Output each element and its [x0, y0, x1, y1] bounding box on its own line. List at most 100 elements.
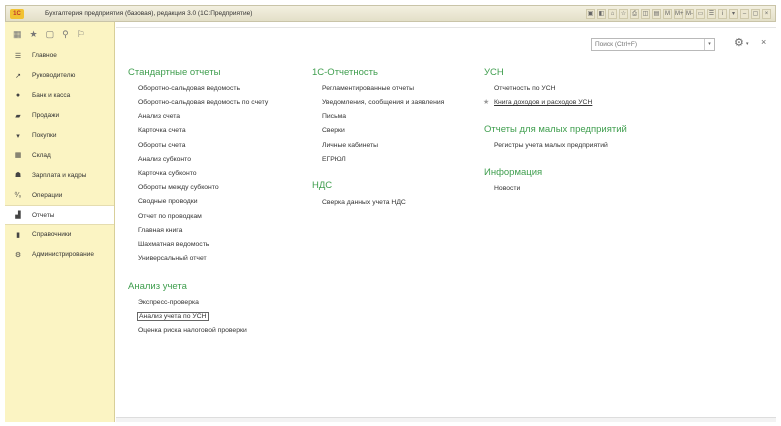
nav-item-label: Покупки: [32, 132, 57, 139]
report-link[interactable]: Анализ субконто: [138, 156, 191, 163]
report-link[interactable]: Регламентированные отчеты: [322, 85, 414, 92]
search-dropdown-icon[interactable]: ▾: [704, 39, 714, 50]
nav-item-admin[interactable]: ⚙ Администрирование: [5, 245, 114, 265]
apps-grid-icon[interactable]: ▦: [13, 29, 22, 40]
nav-item-purchases[interactable]: ▾ Покупки: [5, 126, 114, 146]
coins-icon: ●: [15, 92, 21, 100]
section-title-accounting-analysis: Анализ учета: [128, 281, 187, 292]
report-link[interactable]: Оборотно-сальдовая ведомость по счету: [138, 99, 268, 106]
section-title-standard-reports: Стандартные отчеты: [128, 67, 221, 78]
report-link[interactable]: Анализ счета: [138, 113, 180, 120]
nav-item-manager[interactable]: ↗ Руководителю: [5, 66, 114, 86]
report-link[interactable]: Сводные проводки: [138, 198, 198, 205]
nav-item-warehouse[interactable]: ▦ Склад: [5, 145, 114, 165]
search-icon[interactable]: ⚲: [62, 29, 69, 40]
memory-plus-button[interactable]: M+: [674, 9, 684, 19]
nav-item-label: Операции: [32, 191, 63, 199]
report-link[interactable]: Регистры учета малых предприятий: [494, 142, 608, 149]
trend-icon: ↗: [15, 72, 21, 80]
favorite-star-icon[interactable]: ★: [483, 98, 489, 106]
report-link[interactable]: Обороты между субконто: [138, 184, 219, 191]
book-icon: ▮: [16, 231, 20, 239]
nav-item-reports[interactable]: ▟ Отчеты: [5, 205, 114, 226]
nav-item-label: Зарплата и кадры: [32, 171, 87, 179]
divider: [116, 22, 776, 28]
report-link[interactable]: Обороты счета: [138, 142, 186, 149]
report-link[interactable]: Отчетность по УСН: [494, 85, 556, 92]
toolbar-button[interactable]: ◧: [597, 9, 606, 19]
report-link[interactable]: Уведомления, сообщения и заявления: [322, 99, 444, 106]
settings-gear-icon[interactable]: ⚙: [734, 36, 744, 49]
nav-item-bank[interactable]: ● Банк и касса: [5, 86, 114, 106]
nav-item-label: Отчеты: [32, 211, 55, 219]
section-title-1c-reporting: 1С-Отчетность: [312, 67, 378, 78]
nav-item-label: Банк и касса: [32, 92, 71, 100]
report-link[interactable]: Карточка счета: [138, 127, 186, 134]
notifications-icon[interactable]: ⚐: [77, 29, 85, 40]
report-link[interactable]: Оценка риска налоговой проверки: [138, 327, 247, 334]
dropdown-icon[interactable]: ▾: [729, 9, 738, 19]
sections-nav: ☰ Главное ↗ Руководителю ● Банк и касса ▰ Пр…: [5, 46, 114, 265]
toolbar-button[interactable]: ◫: [641, 9, 650, 19]
nav-item-label: Склад: [32, 151, 51, 159]
report-link[interactable]: Шахматная ведомость: [138, 241, 209, 248]
report-link[interactable]: Главная книга: [138, 227, 182, 234]
favorites-star-icon[interactable]: ★: [30, 29, 38, 40]
history-icon[interactable]: ▢: [46, 29, 55, 40]
report-link[interactable]: Сверка данных учета НДС: [322, 199, 406, 206]
panel-toolbar: ▦ ★ ▢ ⚲ ⚐: [5, 22, 114, 46]
menu-lines-icon: ☰: [14, 52, 22, 60]
nav-item-main[interactable]: ☰ Главное: [5, 46, 114, 66]
operations-icon: ⁰⁄₀: [14, 192, 22, 200]
report-link[interactable]: ЕГРЮЛ: [322, 156, 346, 163]
title-bar: 1C Бухгалтерия предприятия (базовая), ре…: [5, 5, 776, 22]
report-link[interactable]: Оборотно-сальдовая ведомость: [138, 85, 240, 92]
report-link[interactable]: Экспресс-проверка: [138, 299, 199, 306]
section-title-vat: НДС: [312, 180, 333, 191]
nav-item-sales[interactable]: ▰ Продажи: [5, 106, 114, 126]
cart-icon: ▾: [16, 132, 20, 140]
nav-item-label: Руководителю: [32, 72, 76, 80]
toolbar-button[interactable]: ▤: [652, 9, 661, 19]
warehouse-icon: ▦: [14, 152, 22, 160]
news-link[interactable]: Новости: [494, 185, 520, 192]
nav-item-directories[interactable]: ▮ Справочники: [5, 225, 114, 245]
minimize-button[interactable]: –: [740, 9, 749, 19]
section-title-usn: УСН: [484, 67, 504, 78]
sections-panel: ▦ ★ ▢ ⚲ ⚐ ☰ Главное ↗ Руководителю ● Банк и…: [5, 22, 115, 422]
info-icon[interactable]: i: [718, 9, 727, 19]
report-link[interactable]: Сверки: [322, 127, 345, 134]
title-toolbar: ▣ ◧ ⌂ ☆ ⎙ ◫ ▤ M M+ M- ▭ ☰ i ▾ – ▢ ×: [586, 9, 771, 19]
toolbar-button[interactable]: ▣: [586, 9, 595, 19]
menu-icon[interactable]: ☰: [707, 9, 716, 19]
favorite-icon[interactable]: ☆: [619, 9, 628, 19]
window-title: Бухгалтерия предприятия (базовая), редак…: [45, 10, 253, 17]
home-icon[interactable]: ⌂: [608, 9, 617, 19]
nav-item-salary[interactable]: ☗ Зарплата и кадры: [5, 165, 114, 185]
print-icon[interactable]: ⎙: [630, 9, 639, 19]
toolbar-button[interactable]: ▭: [696, 9, 705, 19]
section-title-small-business: Отчеты для малых предприятий: [484, 124, 627, 135]
settings-caret-icon[interactable]: ▾: [746, 41, 749, 47]
report-link[interactable]: Карточка субконто: [138, 170, 197, 177]
search-box: ▾: [591, 38, 715, 51]
reports-panel: ▾ ⚙ ▾ × Стандартные отчеты Оборотно-саль…: [116, 22, 776, 417]
bag-icon: ▰: [15, 112, 21, 120]
memory-minus-button[interactable]: M-: [685, 9, 694, 19]
close-icon[interactable]: ×: [761, 37, 766, 47]
person-icon: ☗: [14, 172, 22, 180]
maximize-button[interactable]: ▢: [751, 9, 760, 19]
report-link-favorite[interactable]: Книга доходов и расходов УСН: [494, 99, 592, 106]
nav-item-operations[interactable]: ⁰⁄₀ Операции: [5, 185, 114, 205]
window-close-button[interactable]: ×: [762, 9, 771, 19]
section-title-information: Информация: [484, 167, 543, 178]
report-link[interactable]: Отчет по проводкам: [138, 213, 202, 220]
app-logo-icon: 1C: [10, 9, 24, 19]
report-link[interactable]: Универсальный отчет: [138, 255, 207, 262]
memory-button[interactable]: M: [663, 9, 672, 19]
nav-item-label: Администрирование: [32, 251, 94, 259]
report-link-focused[interactable]: Анализ учета по УСН: [137, 312, 209, 321]
report-link[interactable]: Письма: [322, 113, 346, 120]
report-link[interactable]: Личные кабинеты: [322, 142, 378, 149]
search-input[interactable]: [592, 39, 704, 50]
